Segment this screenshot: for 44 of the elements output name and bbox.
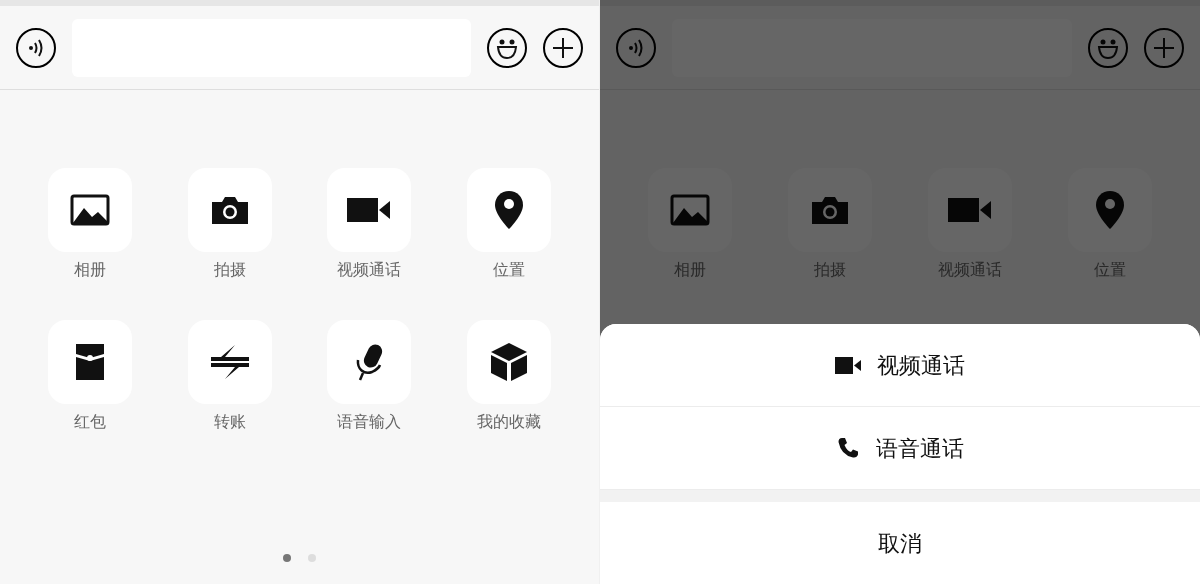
app-tile[interactable] <box>327 168 412 252</box>
app-tile[interactable] <box>467 320 552 404</box>
voice-icon <box>28 38 44 57</box>
app-label: 拍摄 <box>213 261 246 279</box>
action-option[interactable]: 视频通话 <box>600 324 1200 407</box>
location-pin-icon <box>1095 190 1125 230</box>
app-label: 红包 <box>73 413 106 431</box>
app-tile[interactable] <box>47 168 132 252</box>
more-button[interactable] <box>543 27 583 68</box>
app-label: 视频通话 <box>337 261 402 279</box>
plus-icon <box>552 36 574 59</box>
app-label: 位置 <box>1094 261 1126 279</box>
video-camera-icon <box>835 356 861 374</box>
app-label: 转账 <box>213 413 246 431</box>
app-label: 我的收藏 <box>477 413 542 431</box>
voice-button[interactable] <box>16 27 56 68</box>
video-camera-icon <box>947 197 993 223</box>
microphone-icon <box>354 343 385 381</box>
app-label: 拍摄 <box>814 261 846 279</box>
app-label: 位置 <box>493 261 526 279</box>
cube-icon <box>490 342 529 382</box>
location-pin-icon <box>494 190 525 230</box>
plus-icon <box>1153 36 1175 59</box>
action-option[interactable]: 语音通话 <box>600 407 1200 490</box>
app-label: 视频通话 <box>938 261 1002 279</box>
camera-icon <box>810 194 850 226</box>
image-icon <box>69 194 110 226</box>
emoji-button[interactable] <box>487 27 527 68</box>
app-tile[interactable] <box>47 320 132 404</box>
voice-icon <box>628 38 644 57</box>
app-label: 语音输入 <box>337 413 402 431</box>
app-tile[interactable] <box>187 320 272 404</box>
app-label: 相册 <box>73 261 106 279</box>
phone-icon <box>836 436 860 460</box>
camera-icon <box>209 194 250 226</box>
transfer-icon <box>208 344 251 380</box>
app-tile[interactable] <box>187 168 272 252</box>
envelope-icon <box>73 342 106 382</box>
video-camera-icon <box>346 197 393 223</box>
app-label: 相册 <box>674 261 706 279</box>
app-tile[interactable] <box>467 168 552 252</box>
app-tile[interactable] <box>327 320 412 404</box>
image-icon <box>670 194 710 226</box>
cancel-button[interactable]: 取消 <box>600 502 1200 584</box>
